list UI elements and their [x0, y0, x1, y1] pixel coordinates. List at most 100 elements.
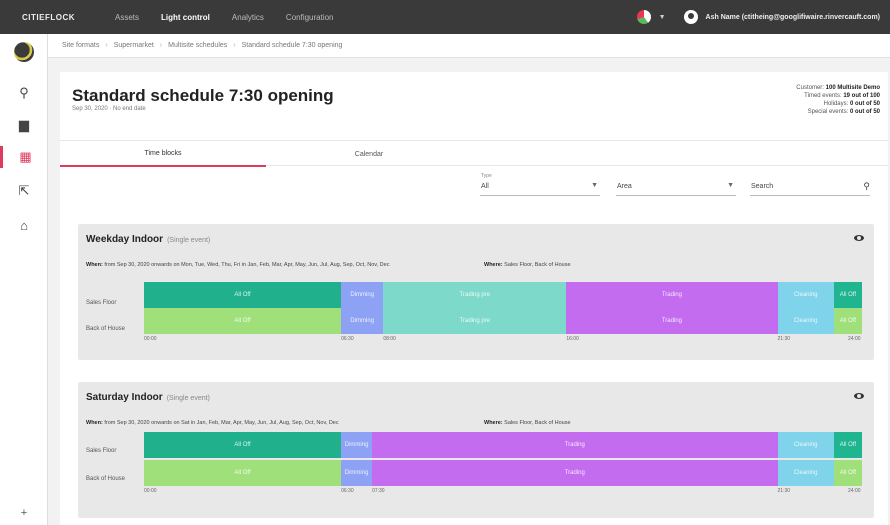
chevron-down-icon[interactable]: ▼: [659, 14, 666, 21]
time-block-cleaning[interactable]: Cleaning: [777, 308, 834, 334]
breadcrumb-item[interactable]: Supermarket: [114, 42, 154, 49]
schedule-card: Standard schedule 7:30 opening Sep 30, 2…: [60, 72, 888, 525]
top-right: ▼ Ash Name (ctitheing@googlifiwaire.rinv…: [636, 0, 880, 34]
chevron-right-icon: ›: [105, 42, 108, 49]
time-block-off-light[interactable]: All Off: [833, 460, 862, 486]
time-block-trading[interactable]: Trading: [372, 432, 778, 458]
time-tick-label: 06:30: [341, 336, 354, 342]
breadcrumb-item[interactable]: Site formats: [62, 42, 99, 49]
time-tick-label: 00:00: [144, 336, 157, 342]
top-nav: Assets Light control Analytics Configura…: [115, 13, 334, 22]
app-logo-icon[interactable]: [14, 42, 34, 62]
time-block-trading[interactable]: Trading: [372, 460, 778, 486]
row-label: Sales Floor: [86, 300, 117, 306]
search-placeholder: Search: [751, 183, 774, 190]
time-block-cleaning[interactable]: Cleaning: [777, 432, 834, 458]
time-block-cleaning[interactable]: Cleaning: [777, 282, 834, 308]
meta-label: Special events:: [807, 109, 849, 115]
meta-label: Holidays:: [823, 101, 849, 107]
nav-assets[interactable]: Assets: [115, 13, 139, 22]
area-select[interactable]: Area ▼: [616, 172, 736, 196]
page-title: Standard schedule 7:30 opening: [72, 86, 334, 105]
event-where: Where: Sales Floor, Back of House: [484, 420, 571, 426]
meta-label: Timed events:: [804, 93, 842, 99]
time-block-trading-pre[interactable]: Trading pre: [383, 282, 567, 308]
eye-icon[interactable]: [854, 235, 864, 241]
time-block-off[interactable]: All Off: [144, 282, 342, 308]
time-tick-label: 21:30: [777, 336, 791, 342]
time-block-all-off[interactable]: All Off: [833, 282, 862, 308]
store-icon[interactable]: ⌂: [0, 214, 48, 236]
eye-icon[interactable]: [854, 393, 864, 399]
event-title: Saturday Indoor (Single event): [86, 392, 210, 403]
breadcrumb-current: Standard schedule 7:30 opening: [241, 42, 343, 49]
time-block-trading[interactable]: Trading: [566, 282, 778, 308]
event-where: Where: Sales Floor, Back of House: [484, 262, 571, 268]
type-select-label: Type: [481, 173, 492, 179]
time-block-dimming[interactable]: Dimming: [341, 282, 384, 308]
expand-sidebar-icon[interactable]: +: [0, 507, 48, 519]
calendar-icon[interactable]: ▦: [0, 146, 48, 168]
breadcrumb: Site formats › Supermarket › Multisite s…: [48, 34, 890, 58]
nav-light-control[interactable]: Light control: [161, 13, 210, 22]
nav-analytics[interactable]: Analytics: [232, 13, 264, 22]
time-block-dimming[interactable]: Dimming: [341, 308, 384, 334]
pin-icon[interactable]: ⚲: [0, 82, 48, 104]
row-label: Back of House: [86, 326, 126, 332]
sidebar: ⚲ ▆ ▦ ⇱ ⌂ +: [0, 34, 48, 525]
time-tick-label: 24:00: [848, 336, 861, 342]
time-block-all-off[interactable]: All Off: [833, 432, 862, 458]
time-block-trading[interactable]: Trading: [566, 308, 778, 334]
schedule-event-panel: Saturday Indoor (Single event) When: from…: [78, 382, 874, 518]
org-switcher-icon[interactable]: [636, 10, 651, 24]
event-when: When: from Sep 30, 2020 onwards on Sat i…: [86, 420, 339, 426]
tab-calendar[interactable]: Calendar: [266, 141, 472, 167]
chevron-right-icon: ›: [159, 42, 163, 49]
time-tick-label: 08:00: [383, 336, 396, 342]
meta-value: 19 out of 100: [843, 93, 880, 99]
meta-label: Customer:: [796, 85, 824, 91]
search-icon[interactable]: ⚲: [863, 181, 870, 192]
time-block-cleaning[interactable]: Cleaning: [777, 460, 834, 486]
time-tick-label: 21:30: [777, 488, 791, 494]
event-tag: (Single event): [167, 237, 211, 244]
time-block-trading-pre[interactable]: Trading pre: [383, 308, 567, 334]
time-block-off-light[interactable]: All Off: [144, 308, 342, 334]
time-block-dimming[interactable]: Dimming: [341, 460, 373, 486]
nav-configuration[interactable]: Configuration: [286, 13, 334, 22]
time-block-off-light[interactable]: All Off: [833, 308, 862, 334]
brand-logo[interactable]: CITIEFLOCK: [0, 13, 85, 22]
meta-value: 0 out of 50: [849, 109, 880, 115]
area-select-value: Area: [617, 183, 632, 190]
schedule-event-panel: Weekday Indoor (Single event) When: from …: [78, 224, 874, 360]
time-block-off-light[interactable]: All Off: [144, 460, 342, 486]
event-title: Weekday Indoor (Single event): [86, 234, 211, 245]
page-subtitle: Sep 30, 2020 · No end date: [72, 106, 146, 112]
type-select-value: All: [481, 183, 489, 190]
event-when: When: from Sep 30, 2020 onwards on Mon, …: [86, 262, 390, 268]
tab-time-blocks[interactable]: Time blocks: [60, 141, 266, 167]
time-tick-label: 00:00: [144, 488, 157, 494]
filters: Type All ▼ Area ▼ Search ⚲: [480, 172, 880, 196]
user-avatar-icon[interactable]: [683, 10, 698, 24]
chevron-down-icon: ▼: [727, 182, 734, 189]
row-label: Back of House: [86, 476, 126, 482]
building-icon[interactable]: ▆: [0, 114, 48, 136]
row-label: Sales Floor: [86, 448, 117, 454]
breadcrumb-item[interactable]: Multisite schedules: [168, 42, 227, 49]
meta-value: 100 Multisite Demo: [825, 85, 880, 91]
time-tick-label: 16:00: [566, 336, 579, 342]
export-icon[interactable]: ⇱: [0, 180, 48, 202]
time-block-off[interactable]: All Off: [144, 432, 342, 458]
search-input[interactable]: Search ⚲: [750, 172, 870, 196]
time-tick-label: 24:00: [848, 488, 861, 494]
time-block-dimming[interactable]: Dimming: [341, 432, 373, 458]
top-bar: CITIEFLOCK Assets Light control Analytic…: [0, 0, 890, 34]
event-tag: (Single event): [166, 395, 210, 402]
type-select[interactable]: Type All ▼: [480, 172, 600, 196]
chevron-right-icon: ›: [233, 42, 236, 49]
schedule-meta: Customer: 100 Multisite Demo Timed event…: [796, 84, 880, 116]
meta-value: 0 out of 50: [849, 101, 880, 107]
time-tick-label: 06:30: [341, 488, 354, 494]
user-name[interactable]: Ash Name (ctitheing@googlifiwaire.rinver…: [706, 14, 880, 21]
